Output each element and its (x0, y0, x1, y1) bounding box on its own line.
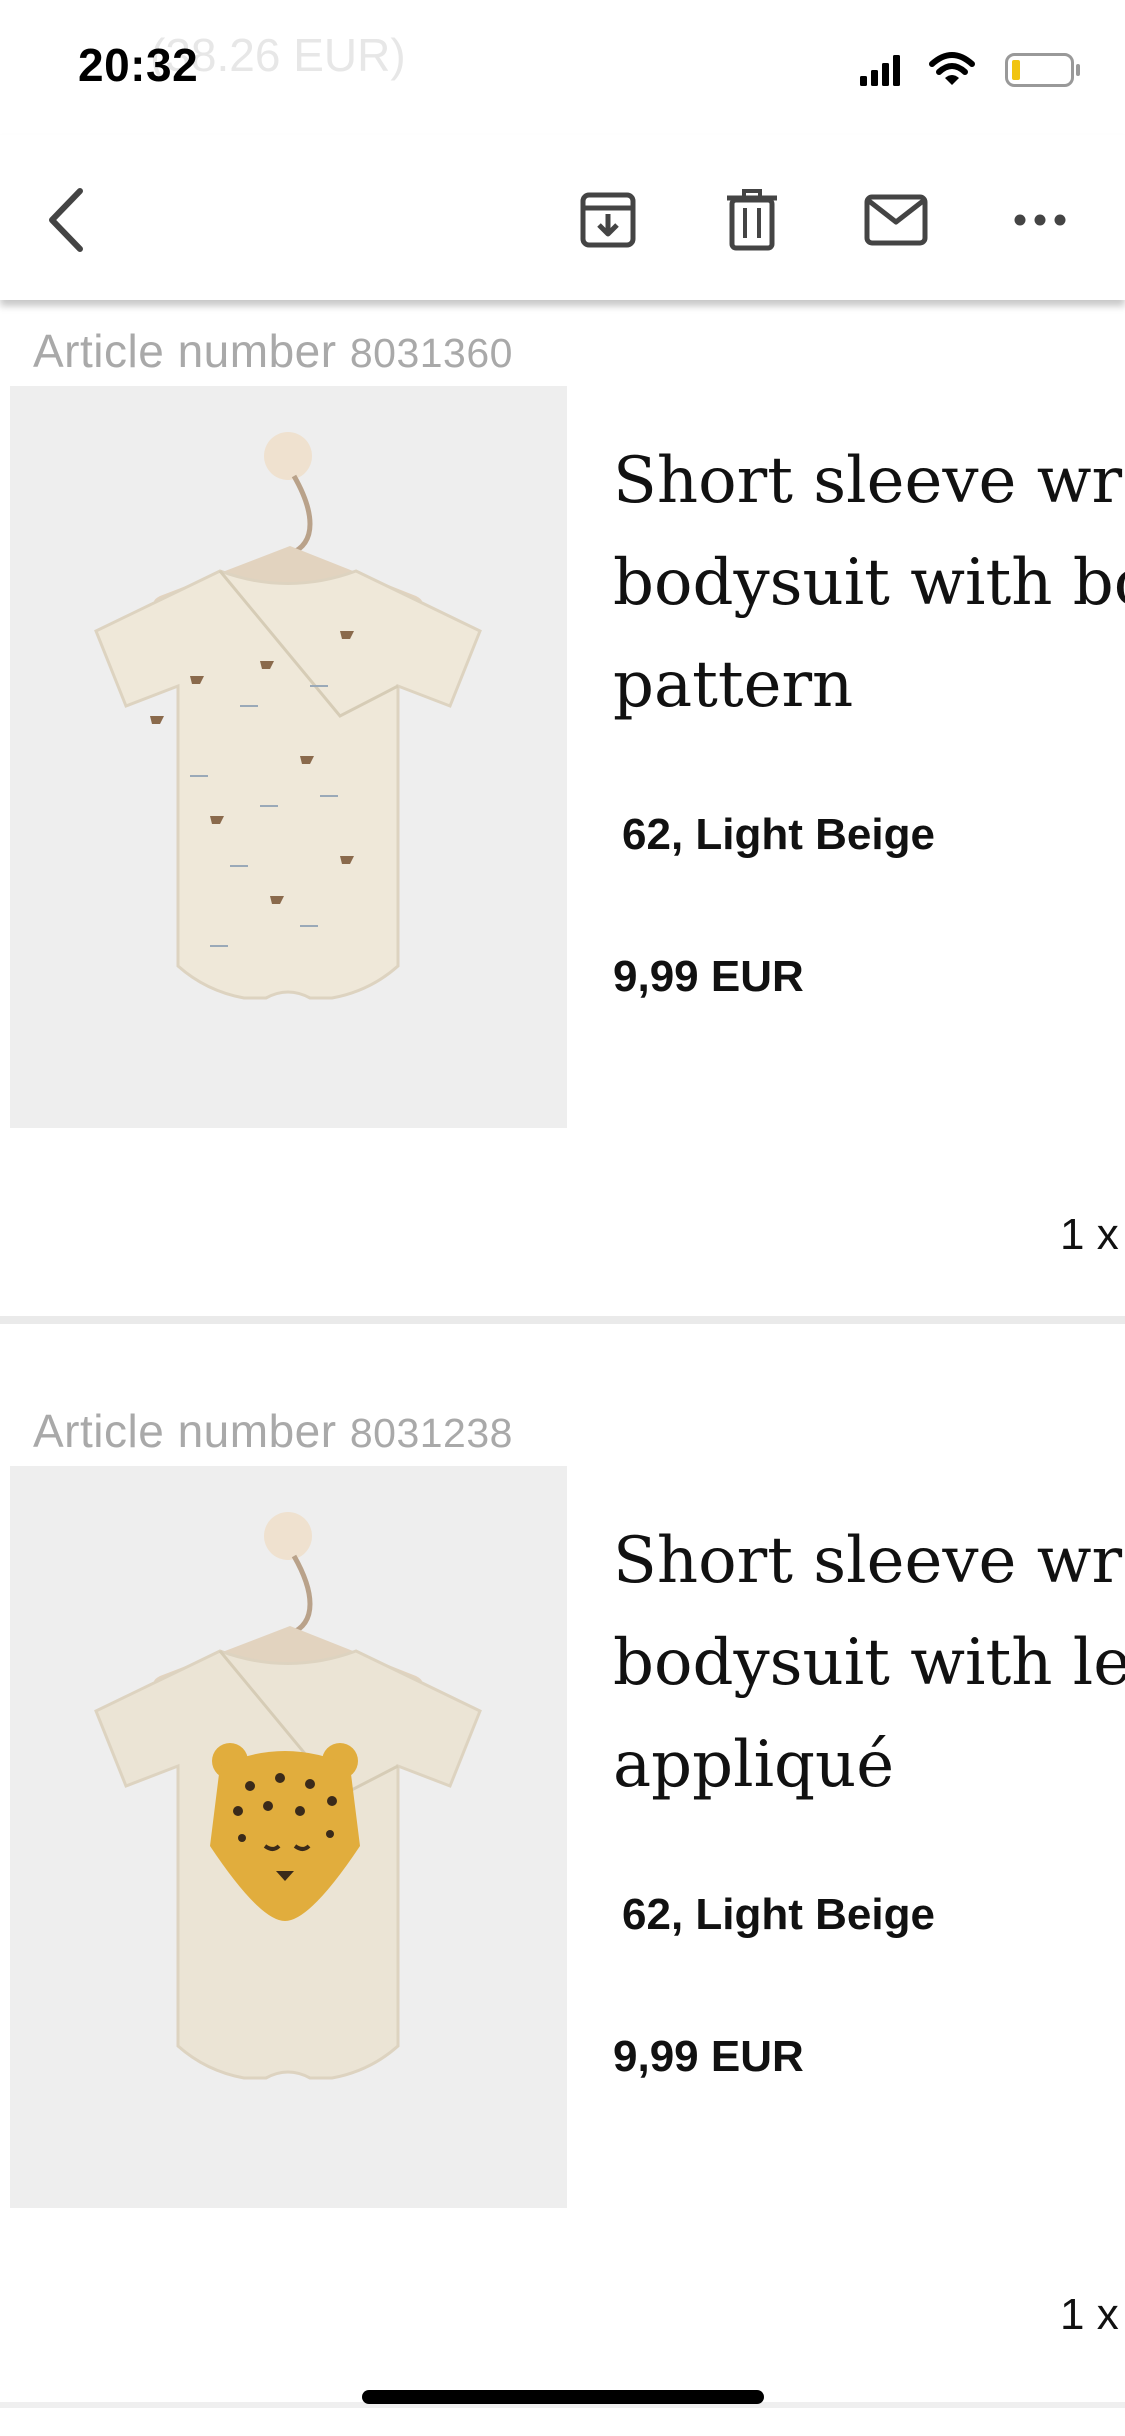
product-title-line: pattern (613, 648, 854, 722)
article-label: Article number (33, 1405, 337, 1457)
trash-icon (727, 189, 777, 251)
delete-button[interactable] (712, 180, 792, 260)
email-toolbar (0, 135, 1125, 300)
email-body[interactable]: Article number 8031360 Short sleeve wra … (0, 300, 1125, 2400)
status-time: 20:32 (78, 39, 199, 91)
archive-button[interactable] (568, 180, 648, 260)
product-title-line: appliqué (613, 1728, 895, 1802)
signal-icon (860, 55, 900, 86)
product-variant: 62, Light Beige (622, 810, 935, 859)
back-button[interactable] (30, 180, 110, 260)
status-bar: (38.26 EUR) 20:32 (0, 0, 1125, 135)
product-variant: 62, Light Beige (622, 1890, 935, 1939)
product-title-line: bodysuit with leo (613, 1626, 1125, 1700)
bodysuit-leopard-image (94, 1512, 482, 2080)
battery-icon (1005, 53, 1080, 87)
mark-unread-button[interactable] (856, 180, 936, 260)
wifi-icon (929, 52, 975, 85)
divider (0, 1316, 1125, 1324)
mail-icon (864, 194, 928, 246)
status-icons (860, 52, 1080, 87)
article-number-value: 8031238 (349, 1410, 513, 1456)
product-price: 9,99 EUR (613, 2032, 804, 2081)
product-quantity: 1 x (1060, 2290, 1119, 2339)
article-label: Article number (33, 325, 337, 377)
home-indicator[interactable] (362, 2390, 764, 2404)
bodysuit-boat-pattern-image (94, 432, 482, 1000)
product-title-line: Short sleeve wra (613, 1524, 1125, 1598)
archive-icon (580, 192, 636, 248)
product-image[interactable] (10, 386, 567, 1128)
article-number: Article number 8031360 (33, 324, 513, 378)
product-price: 9,99 EUR (613, 952, 804, 1001)
article-number: Article number 8031238 (33, 1404, 513, 1458)
more-button[interactable] (1000, 180, 1080, 260)
product-image[interactable] (10, 1466, 567, 2208)
product-title[interactable]: Short sleeve wra bodysuit with bo patter… (613, 430, 1125, 736)
product-quantity: 1 x (1060, 1210, 1119, 1259)
product-title[interactable]: Short sleeve wra bodysuit with leo appli… (613, 1510, 1125, 1816)
article-number-value: 8031360 (349, 330, 513, 376)
chevron-left-icon (49, 188, 83, 252)
product-title-line: Short sleeve wra (613, 444, 1125, 518)
product-title-line: bodysuit with bo (613, 546, 1125, 620)
more-horizontal-icon (1014, 214, 1066, 226)
